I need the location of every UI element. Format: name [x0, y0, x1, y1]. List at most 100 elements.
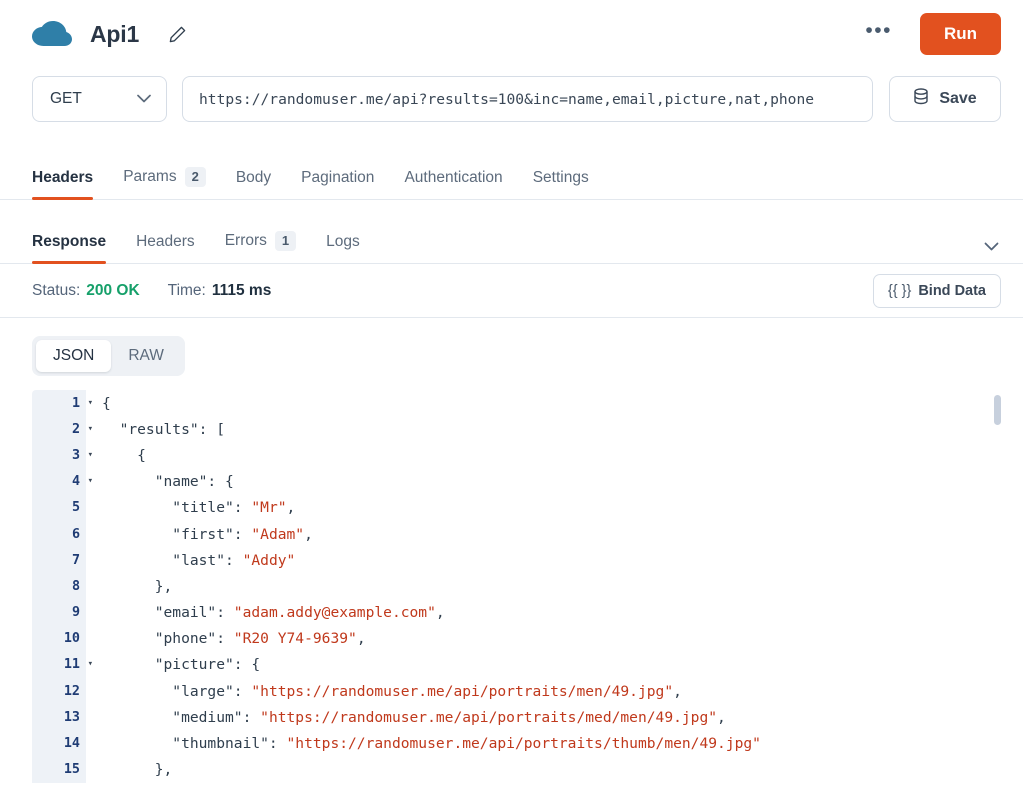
- fold-triangle-icon[interactable]: ▾: [88, 660, 93, 669]
- code-line: 15 },: [32, 757, 1001, 783]
- code-line: 2▾ "results": [: [32, 416, 1001, 442]
- code-line-text: "large": "https://randomuser.me/api/port…: [86, 683, 682, 700]
- tab-params-label: Params: [123, 168, 176, 186]
- json-string-value: "https://randomuser.me/api/portraits/men…: [251, 683, 673, 700]
- tab-response-headers-label: Headers: [136, 233, 195, 251]
- page-title: Api1: [90, 21, 139, 48]
- line-number: 6: [32, 521, 86, 547]
- tab-errors-label: Errors: [225, 232, 267, 250]
- more-options-button[interactable]: •••: [855, 20, 902, 48]
- status-label: Status:: [32, 282, 80, 300]
- line-number: 2▾: [32, 416, 86, 442]
- tab-settings-label: Settings: [533, 169, 589, 187]
- tab-headers[interactable]: Headers: [32, 169, 93, 199]
- tab-errors[interactable]: Errors 1: [225, 231, 296, 263]
- tab-logs[interactable]: Logs: [326, 233, 360, 263]
- status-badge: 200 OK: [86, 282, 139, 300]
- request-row: GET https://randomuser.me/api?results=10…: [0, 68, 1023, 134]
- database-icon: [913, 88, 929, 110]
- line-number: 8: [32, 573, 86, 599]
- line-number: 12: [32, 678, 86, 704]
- tab-authentication[interactable]: Authentication: [404, 169, 502, 199]
- code-line: 5 "title": "Mr",: [32, 495, 1001, 521]
- code-line: 10 "phone": "R20 Y74-9639",: [32, 626, 1001, 652]
- code-line-text: "phone": "R20 Y74-9639",: [86, 630, 366, 647]
- bind-data-label: Bind Data: [918, 283, 986, 299]
- code-line-text: "email": "adam.addy@example.com",: [86, 604, 445, 621]
- json-string-value: "Adam": [251, 526, 304, 543]
- fold-triangle-icon[interactable]: ▾: [88, 399, 93, 408]
- code-line-text: {: [86, 447, 146, 464]
- code-line: 11▾ "picture": {: [32, 652, 1001, 678]
- code-line-text: },: [86, 761, 172, 778]
- code-line: 8 },: [32, 573, 1001, 599]
- line-number: 13: [32, 704, 86, 730]
- json-string-value: "R20 Y74-9639": [234, 630, 357, 647]
- code-line-text: "name": {: [86, 473, 234, 490]
- tab-headers-label: Headers: [32, 169, 93, 187]
- code-line: 1▾{: [32, 390, 1001, 416]
- response-view-toggle: JSON RAW: [32, 336, 185, 376]
- line-number: 15: [32, 757, 86, 783]
- tab-settings[interactable]: Settings: [533, 169, 589, 199]
- line-number: 9: [32, 600, 86, 626]
- code-line-text: "results": [: [86, 421, 225, 438]
- tab-response-label: Response: [32, 233, 106, 251]
- vertical-scrollbar-thumb[interactable]: [994, 395, 1001, 425]
- line-number: 10: [32, 626, 86, 652]
- code-line: 3▾ {: [32, 442, 1001, 468]
- code-line: 4▾ "name": {: [32, 469, 1001, 495]
- url-input[interactable]: https://randomuser.me/api?results=100&in…: [182, 76, 873, 122]
- json-string-value: "Addy": [243, 552, 296, 569]
- bind-data-button[interactable]: {{ }} Bind Data: [873, 274, 1001, 308]
- code-line: 7 "last": "Addy": [32, 547, 1001, 573]
- code-line-text: "thumbnail": "https://randomuser.me/api/…: [86, 735, 761, 752]
- code-line: 9 "email": "adam.addy@example.com",: [32, 600, 1001, 626]
- save-button[interactable]: Save: [889, 76, 1001, 122]
- tab-params-badge: 2: [185, 167, 206, 187]
- fold-triangle-icon[interactable]: ▾: [88, 477, 93, 486]
- code-line: 14 "thumbnail": "https://randomuser.me/a…: [32, 730, 1001, 756]
- json-string-value: "https://randomuser.me/api/portraits/thu…: [287, 735, 761, 752]
- run-button[interactable]: Run: [920, 13, 1001, 55]
- response-status-bar: Status: 200 OK Time: 1115 ms {{ }} Bind …: [0, 264, 1023, 318]
- http-method-value: GET: [50, 90, 82, 108]
- fold-triangle-icon[interactable]: ▾: [88, 451, 93, 460]
- fold-triangle-icon[interactable]: ▾: [88, 425, 93, 434]
- request-tabbar: Headers Params 2 Body Pagination Authent…: [0, 150, 1023, 200]
- tab-params[interactable]: Params 2: [123, 167, 206, 199]
- code-line-text: "title": "Mr",: [86, 499, 295, 516]
- tab-errors-badge: 1: [275, 231, 296, 251]
- json-string-value: "https://randomuser.me/api/portraits/med…: [260, 709, 717, 726]
- line-number: 4▾: [32, 469, 86, 495]
- tab-pagination-label: Pagination: [301, 169, 374, 187]
- json-string-value: "Mr": [251, 499, 286, 516]
- code-line-text: },: [86, 578, 172, 595]
- code-line: 12 "large": "https://randomuser.me/api/p…: [32, 678, 1001, 704]
- chevron-down-icon[interactable]: [982, 242, 1001, 263]
- line-number: 14: [32, 730, 86, 756]
- view-option-json[interactable]: JSON: [36, 340, 111, 372]
- tab-response-headers[interactable]: Headers: [136, 233, 195, 263]
- code-line: 6 "first": "Adam",: [32, 521, 1001, 547]
- tab-response[interactable]: Response: [32, 233, 106, 263]
- code-line: 13 "medium": "https://randomuser.me/api/…: [32, 704, 1001, 730]
- tab-pagination[interactable]: Pagination: [301, 169, 374, 199]
- cloud-icon: [32, 20, 72, 48]
- line-number: 3▾: [32, 442, 86, 468]
- json-response-viewer[interactable]: 1▾{2▾ "results": [3▾ {4▾ "name": {5 "tit…: [32, 390, 1001, 805]
- save-button-label: Save: [939, 90, 976, 108]
- code-lines: 1▾{2▾ "results": [3▾ {4▾ "name": {5 "tit…: [32, 390, 1001, 783]
- tab-body-label: Body: [236, 169, 271, 187]
- time-label: Time:: [168, 282, 206, 300]
- code-line-text: "last": "Addy": [86, 552, 295, 569]
- tab-body[interactable]: Body: [236, 169, 271, 199]
- http-method-select[interactable]: GET: [32, 76, 167, 122]
- code-line-text: "medium": "https://randomuser.me/api/por…: [86, 709, 726, 726]
- line-number: 1▾: [32, 390, 86, 416]
- view-option-raw[interactable]: RAW: [111, 340, 181, 372]
- code-line-text: "picture": {: [86, 656, 260, 673]
- response-tabbar: Response Headers Errors 1 Logs: [0, 214, 1023, 264]
- pencil-icon[interactable]: [167, 24, 187, 44]
- line-number: 11▾: [32, 652, 86, 678]
